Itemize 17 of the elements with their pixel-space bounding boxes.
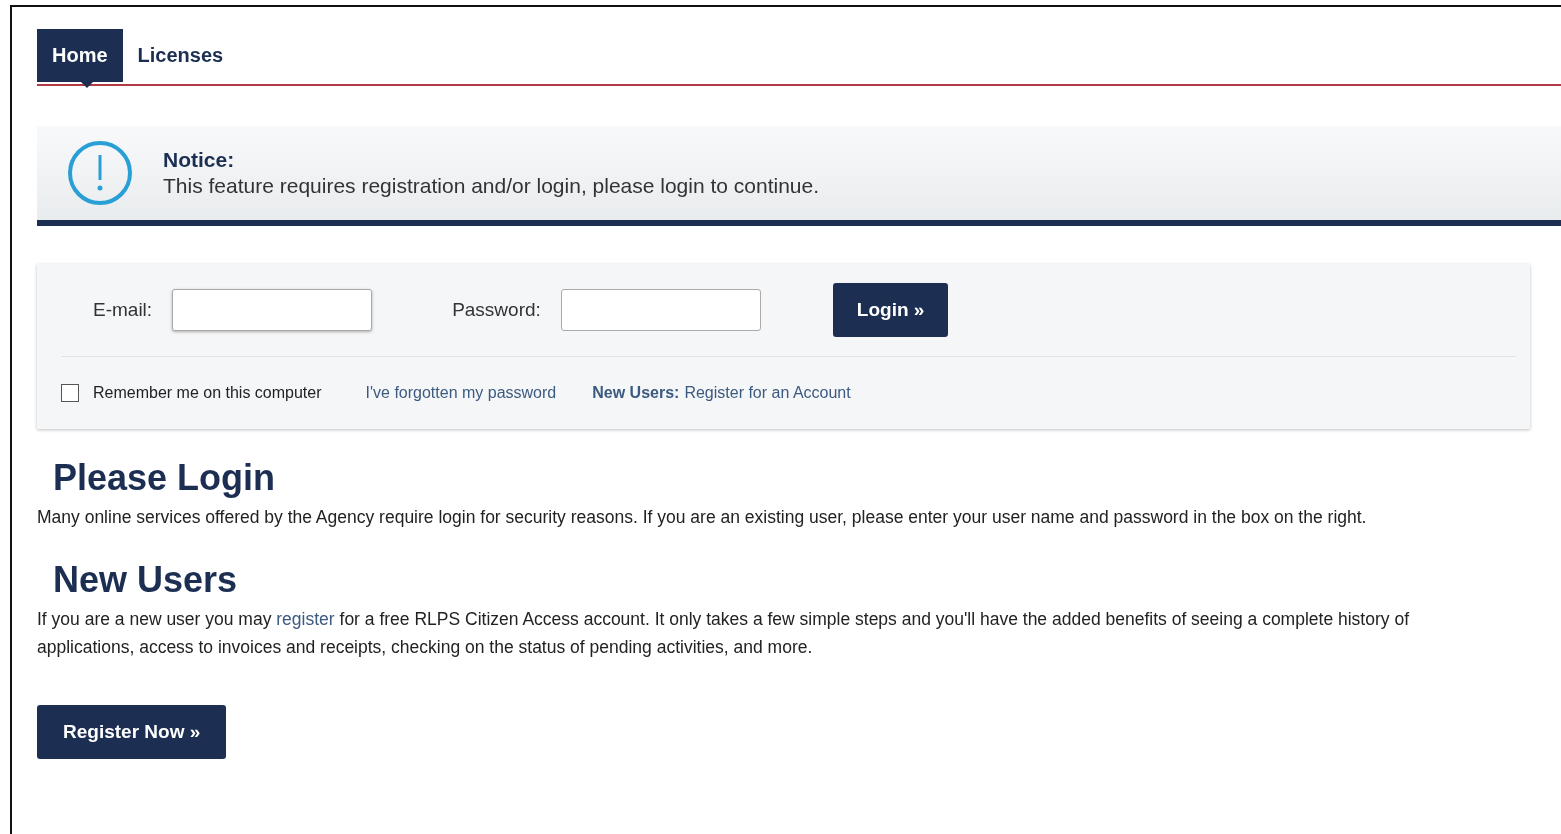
forgot-password-link[interactable]: I've forgotten my password — [365, 384, 557, 402]
nav-tab[interactable]: Licenses — [122, 29, 239, 82]
register-link[interactable]: register — [276, 609, 335, 629]
email-label: E-mail: — [93, 299, 153, 321]
register-now-button[interactable]: Register Now » — [37, 705, 227, 759]
register-account-link[interactable]: Register for an Account — [684, 384, 851, 402]
new-users-label: New Users: — [592, 384, 680, 402]
login-button[interactable]: Login » — [832, 283, 949, 337]
section-paragraph: Many online services offered by the Agency require login for security reasons. If you are an existing user, please enter your user name and password in the box on the right. — [37, 506, 1368, 529]
remember-label: Remember me on this computer — [93, 384, 322, 402]
section-heading: New Users — [53, 559, 239, 601]
nav-tab[interactable]: Home — [37, 29, 123, 82]
notice-message: This feature requires registration and/or login, please login to continue. — [163, 174, 820, 198]
password-label: Password: — [452, 299, 541, 321]
section-paragraph: If you are a new user you may register for a free RLPS Citizen Access account. It only takes a few simple steps and you'll have the added benefits of seeing a complete history of applications, access to invoices and receipts, checking on the status of pending activities, and more. — [37, 608, 1410, 659]
section-heading: Please Login — [53, 457, 277, 499]
notice-title: Notice: — [163, 148, 236, 172]
